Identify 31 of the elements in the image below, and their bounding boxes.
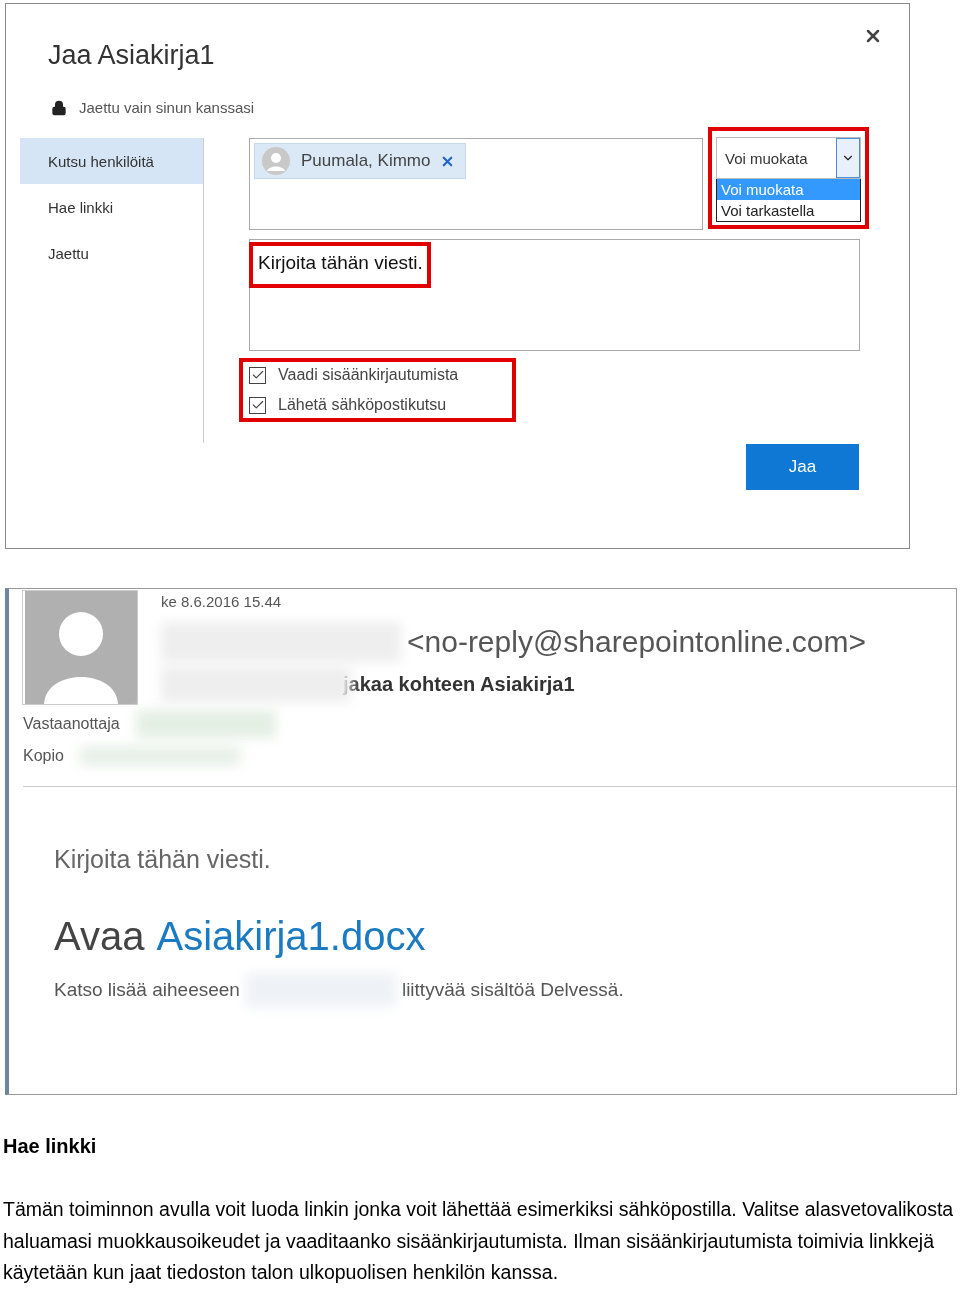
nav-item[interactable]: Jaettu: [20, 230, 203, 276]
nav-item[interactable]: Hae linkki: [20, 184, 203, 230]
email-subject: jakaa kohteen Asiakirja1: [343, 672, 575, 696]
checkmark-icon: [250, 398, 265, 412]
checkmark-icon: [250, 368, 265, 382]
recipient-name: Puumala, Kimmo: [301, 151, 431, 171]
checkbox-label: Vaadi sisäänkirjautumista: [278, 366, 459, 384]
document-link[interactable]: Asiakirja1.docx: [156, 914, 426, 959]
more-text: Katso lisää aiheeseen: [54, 979, 240, 1001]
email-message: Kirjoita tähän viesti.: [54, 845, 272, 874]
sender-address: <no-reply@sharepointonline.com>: [407, 625, 867, 659]
section-heading: Hae linkki: [3, 1135, 98, 1158]
dialog-title: Jaa Asiakirja1: [47, 40, 216, 71]
section-paragraph: Tämän toiminnon avulla voit luoda linkin jonka voit lähettää esimerkiksi sähköpostilla. Valitse alasvetovalikosta haluamasi muokkausoikeudet ja vaaditaanko sisäänkirjautumista. Ilman sisäänkirjautumista toimivia linkkejä käytetään kun jaat tiedoston talon ulkopuolisen henkilön kanssa.: [3, 1197, 955, 1285]
nav-item[interactable]: Kutsu henkilöitä: [20, 138, 203, 184]
share-button[interactable]: Jaa: [746, 444, 859, 490]
checkbox[interactable]: [249, 366, 266, 384]
open-label: Avaa: [54, 914, 145, 959]
message-placeholder: Kirjoita tähän viesti.: [249, 242, 431, 288]
email-date: ke 8.6.2016 15.44: [161, 593, 283, 610]
checkbox[interactable]: [249, 396, 266, 414]
to-label: Vastaanottaja: [23, 715, 120, 733]
more-text: liittyvää sisältöä Delvessä.: [401, 979, 624, 1001]
recipient-field[interactable]: Puumala, Kimmo: [249, 138, 703, 230]
avatar-icon: [261, 146, 291, 176]
checkbox-label: Lähetä sähköpostikutsu: [278, 396, 447, 414]
lock-icon: [51, 99, 67, 116]
sharing-status: Jaettu vain sinun kanssasi: [79, 99, 255, 116]
message-field[interactable]: Kirjoita tähän viesti.: [249, 239, 860, 351]
permission-dropdown[interactable]: Voi muokata: [716, 137, 861, 179]
cc-label: Kopio: [23, 747, 64, 765]
